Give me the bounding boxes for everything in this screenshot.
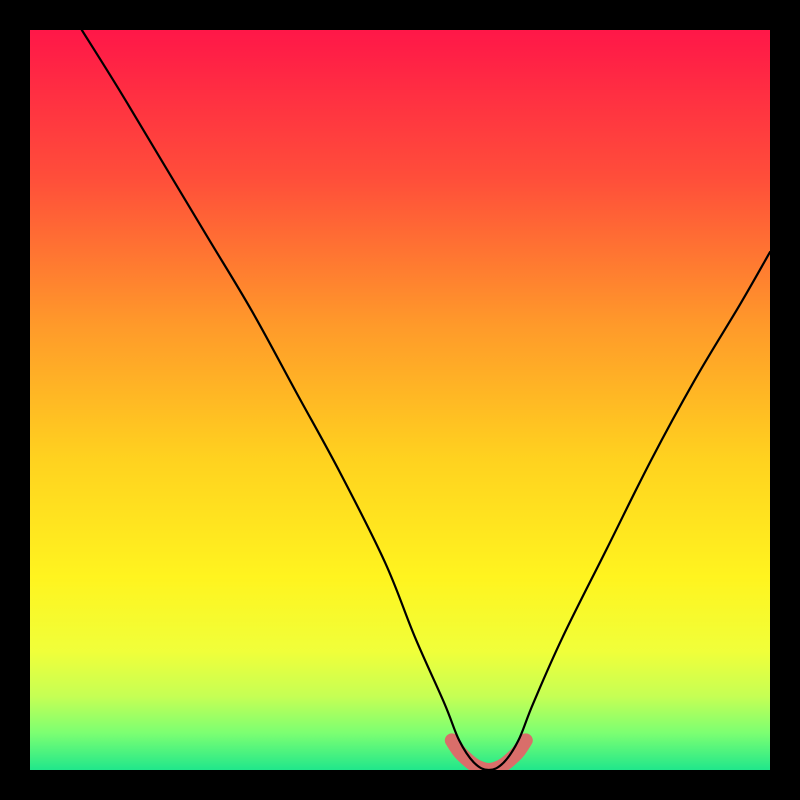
chart-frame (0, 0, 800, 800)
